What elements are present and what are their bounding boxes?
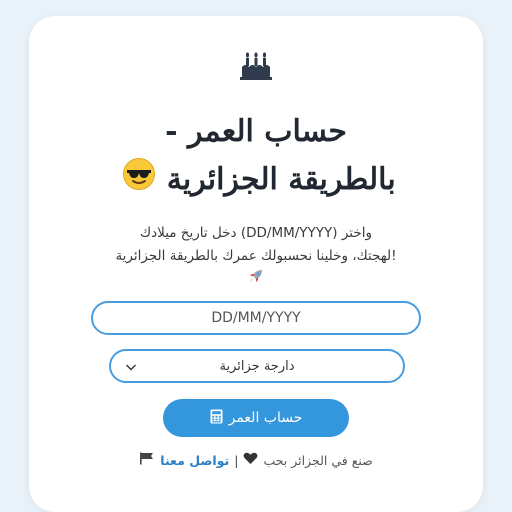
- calculate-age-button[interactable]: حساب العمر: [163, 399, 349, 437]
- flag-icon: [139, 452, 155, 468]
- instructions-line-1: واختر (DD/MM/YYYY) دخل تاريخ ميلادك: [140, 225, 372, 241]
- rocket-icon: [51, 268, 461, 292]
- title-line-2-text: بالطريقة الجزائرية: [166, 162, 396, 197]
- birthday-cake-icon: [29, 48, 483, 84]
- title-line-2: بالطريقة الجزائرية: [39, 156, 473, 206]
- contact-us-link[interactable]: تواصل معنا: [160, 453, 229, 468]
- heart-icon: [243, 452, 258, 468]
- footer-separator: |: [234, 452, 239, 468]
- instructions-line-2: !لهجتك، وخلينا نحسبولك عمرك بالطريقة الج…: [115, 248, 397, 264]
- calculator-icon: [210, 409, 223, 428]
- birthdate-input[interactable]: [91, 301, 421, 335]
- calculate-button-label: حساب العمر: [228, 410, 303, 426]
- age-calculator-card: حساب العمر - بالطريقة الجزائرية واختر (D…: [29, 16, 483, 512]
- chevron-down-icon: [125, 361, 137, 371]
- footer: صنع في الجزائر بحب | تواصل معنا: [29, 452, 483, 468]
- instructions-text: واختر (DD/MM/YYYY) دخل تاريخ ميلادك !لهج…: [51, 222, 461, 292]
- dialect-select[interactable]: دارجة جزائرية: [109, 349, 405, 383]
- title-line-1: حساب العمر -: [165, 114, 347, 149]
- dialect-selected-value: دارجة جزائرية: [219, 358, 295, 374]
- footer-made-text: صنع في الجزائر بحب: [263, 452, 373, 468]
- page-title: حساب العمر - بالطريقة الجزائرية: [39, 108, 473, 206]
- sunglasses-face-emoji: [122, 157, 156, 206]
